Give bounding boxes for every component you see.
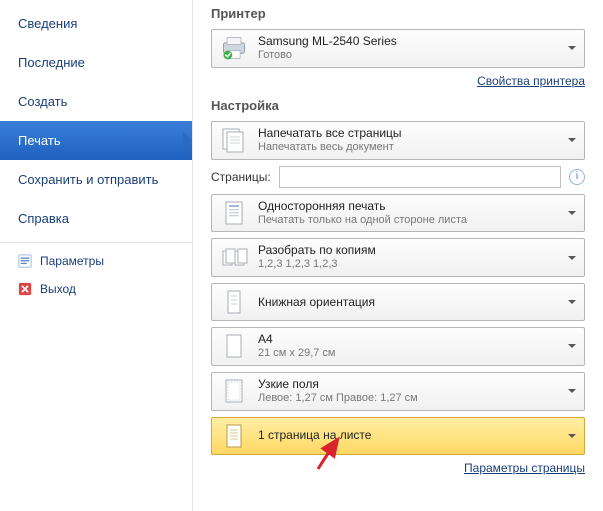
one-side-icon <box>220 199 248 227</box>
dd-subtitle: 1,2,3 1,2,3 1,2,3 <box>258 258 558 272</box>
sidebar-item-options[interactable]: Параметры <box>0 247 192 275</box>
sidebar-item-new[interactable]: Создать <box>0 82 192 121</box>
dd-title: Книжная ориентация <box>258 295 558 310</box>
margins-icon <box>220 377 248 405</box>
dd-title: Разобрать по копиям <box>258 243 558 258</box>
page-icon <box>220 332 248 360</box>
chevron-down-icon <box>568 300 576 308</box>
orientation-selector[interactable]: Книжная ориентация <box>211 283 585 321</box>
backstage-print-view: Сведения Последние Создать Печать Сохран… <box>0 0 603 511</box>
exit-icon <box>18 282 32 296</box>
settings-section-title: Настройка <box>211 98 585 113</box>
options-icon <box>18 254 32 268</box>
sides-selector[interactable]: Односторонняя печать Печатать только на … <box>211 194 585 233</box>
printer-status: Готово <box>258 49 558 63</box>
main-panel: Принтер Samsung ML-2540 Series Готово Св… <box>193 0 603 511</box>
dd-subtitle: Левое: 1,27 см Правое: 1,27 см <box>258 392 558 406</box>
pages-input[interactable] <box>279 166 561 188</box>
sidebar-item-label: Параметры <box>40 254 104 268</box>
dd-title: Узкие поля <box>258 377 558 392</box>
dd-title: Односторонняя печать <box>258 199 558 214</box>
sidebar-item-recent[interactable]: Последние <box>0 43 192 82</box>
pages-per-sheet-selector[interactable]: 1 страница на листе <box>211 417 585 455</box>
sidebar-separator <box>0 242 192 243</box>
dd-subtitle: 21 см x 29,7 см <box>258 347 558 361</box>
dd-title: A4 <box>258 332 558 347</box>
pages-label: Страницы: <box>211 170 271 184</box>
printer-section-title: Принтер <box>211 6 585 21</box>
sidebar-item-help[interactable]: Справка <box>0 199 192 238</box>
margins-selector[interactable]: Узкие поля Левое: 1,27 см Правое: 1,27 с… <box>211 372 585 411</box>
chevron-down-icon <box>568 434 576 442</box>
sidebar-item-print[interactable]: Печать <box>0 121 192 160</box>
chevron-down-icon <box>568 256 576 264</box>
sidebar-item-save-send[interactable]: Сохранить и отправить <box>0 160 192 199</box>
sidebar-item-label: Выход <box>40 282 76 296</box>
dd-subtitle: Напечатать весь документ <box>258 141 558 155</box>
collate-selector[interactable]: Разобрать по копиям 1,2,3 1,2,3 1,2,3 <box>211 238 585 277</box>
print-range-selector[interactable]: Напечатать все страницы Напечатать весь … <box>211 121 585 160</box>
pages-row: Страницы: i <box>211 166 585 188</box>
chevron-down-icon <box>568 138 576 146</box>
chevron-down-icon <box>568 344 576 352</box>
collate-icon <box>220 244 248 272</box>
single-page-icon <box>220 422 248 450</box>
portrait-icon <box>220 288 248 316</box>
printer-icon <box>220 34 248 62</box>
paper-size-selector[interactable]: A4 21 см x 29,7 см <box>211 327 585 366</box>
dd-title: 1 страница на листе <box>258 428 558 443</box>
page-setup-link[interactable]: Параметры страницы <box>464 461 585 475</box>
sidebar: Сведения Последние Создать Печать Сохран… <box>0 0 193 511</box>
dd-subtitle: Печатать только на одной стороне листа <box>258 214 558 228</box>
printer-selector[interactable]: Samsung ML-2540 Series Готово <box>211 29 585 68</box>
info-icon[interactable]: i <box>569 169 585 185</box>
sidebar-item-exit[interactable]: Выход <box>0 275 192 303</box>
printer-properties-link[interactable]: Свойства принтера <box>477 74 585 88</box>
pages-stack-icon <box>220 126 248 154</box>
chevron-down-icon <box>568 46 576 54</box>
chevron-down-icon <box>568 389 576 397</box>
printer-name: Samsung ML-2540 Series <box>258 34 558 49</box>
dd-title: Напечатать все страницы <box>258 126 558 141</box>
sidebar-item-info[interactable]: Сведения <box>0 4 192 43</box>
chevron-down-icon <box>568 211 576 219</box>
